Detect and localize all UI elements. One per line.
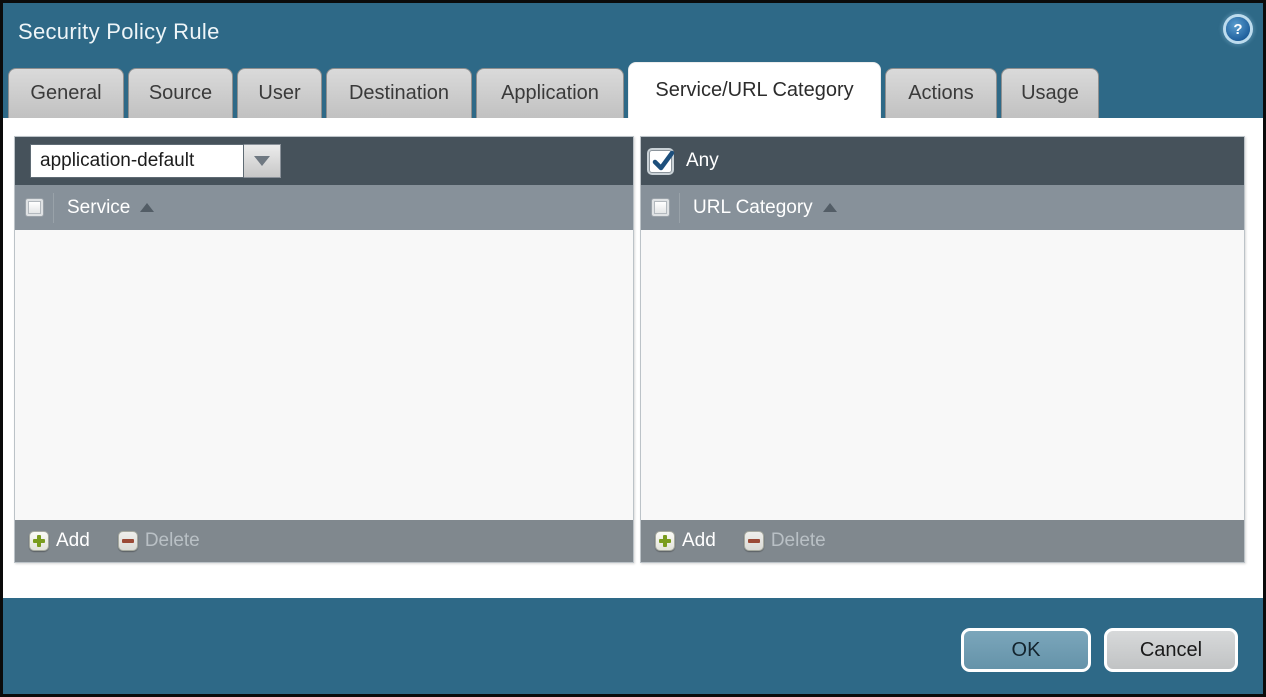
help-icon[interactable]: ? bbox=[1226, 17, 1250, 41]
url-category-add-button[interactable]: Add bbox=[655, 530, 716, 552]
service-column-label[interactable]: Service bbox=[67, 197, 130, 219]
service-column-header: Service bbox=[15, 185, 633, 230]
tab-destination[interactable]: Destination bbox=[326, 68, 472, 118]
url-category-column-label[interactable]: URL Category bbox=[693, 197, 813, 219]
tab-user[interactable]: User bbox=[237, 68, 322, 118]
column-divider bbox=[53, 193, 54, 223]
service-add-button[interactable]: Add bbox=[29, 530, 90, 552]
url-category-panel: Any URL Category Add Delete bbox=[640, 136, 1245, 563]
service-type-dropdown[interactable]: application-default bbox=[30, 144, 281, 178]
tab-actions[interactable]: Actions bbox=[885, 68, 997, 118]
service-delete-button[interactable]: Delete bbox=[118, 530, 200, 552]
sort-ascending-icon[interactable] bbox=[823, 203, 837, 212]
add-button-label: Add bbox=[56, 530, 90, 552]
tab-content: application-default Service Add bbox=[3, 118, 1263, 598]
security-policy-rule-dialog: Security Policy Rule ? General Source Us… bbox=[0, 0, 1266, 697]
column-divider bbox=[679, 193, 680, 223]
any-checkbox[interactable] bbox=[649, 150, 672, 173]
add-button-label: Add bbox=[682, 530, 716, 552]
delete-button-label: Delete bbox=[145, 530, 200, 552]
ok-button[interactable]: OK bbox=[961, 628, 1091, 672]
service-type-value[interactable]: application-default bbox=[30, 144, 244, 178]
url-category-panel-header: Any bbox=[641, 137, 1244, 185]
chevron-down-glyph bbox=[254, 156, 270, 166]
tab-application[interactable]: Application bbox=[476, 68, 624, 118]
tab-general[interactable]: General bbox=[8, 68, 124, 118]
url-category-select-all-checkbox[interactable] bbox=[651, 198, 670, 217]
plus-icon bbox=[29, 531, 49, 551]
service-select-all-checkbox[interactable] bbox=[25, 198, 44, 217]
url-category-delete-button[interactable]: Delete bbox=[744, 530, 826, 552]
cancel-button[interactable]: Cancel bbox=[1104, 628, 1238, 672]
any-label: Any bbox=[686, 150, 719, 172]
tab-service-url-category[interactable]: Service/URL Category bbox=[628, 62, 881, 118]
tab-bar: General Source User Destination Applicat… bbox=[8, 64, 1099, 118]
service-toolbar: Add Delete bbox=[15, 520, 633, 562]
plus-icon bbox=[655, 531, 675, 551]
service-list[interactable] bbox=[15, 230, 633, 520]
minus-icon bbox=[744, 531, 764, 551]
service-panel-header: application-default bbox=[15, 137, 633, 185]
url-category-list[interactable] bbox=[641, 230, 1244, 520]
checkmark-icon bbox=[650, 149, 676, 175]
sort-ascending-icon[interactable] bbox=[140, 203, 154, 212]
service-panel: application-default Service Add bbox=[14, 136, 634, 563]
minus-icon bbox=[118, 531, 138, 551]
tab-usage[interactable]: Usage bbox=[1001, 68, 1099, 118]
dialog-title: Security Policy Rule bbox=[18, 19, 220, 45]
url-category-column-header: URL Category bbox=[641, 185, 1244, 230]
delete-button-label: Delete bbox=[771, 530, 826, 552]
url-category-toolbar: Add Delete bbox=[641, 520, 1244, 562]
tab-source[interactable]: Source bbox=[128, 68, 233, 118]
chevron-down-icon[interactable] bbox=[244, 144, 281, 178]
question-mark-glyph: ? bbox=[1233, 21, 1242, 38]
